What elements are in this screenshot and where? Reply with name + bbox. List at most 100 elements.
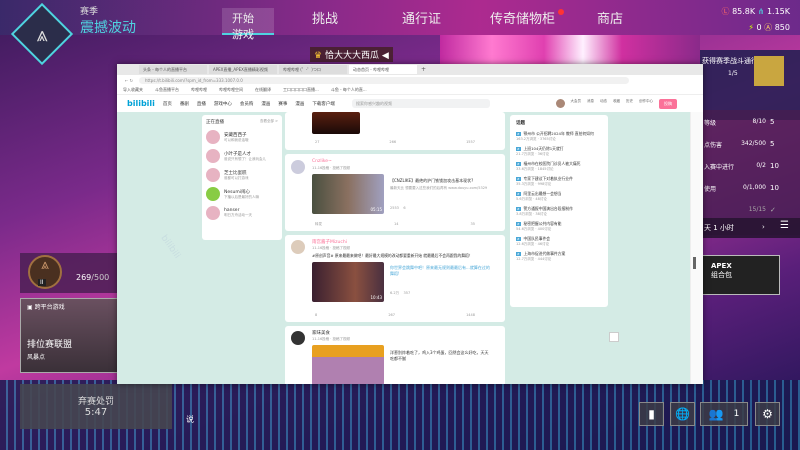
star-reward-icon: 10: [770, 184, 779, 192]
upload-button[interactable]: 投稿: [659, 99, 677, 109]
browser-tab[interactable]: APEX直播_APEX直播精彩视频: [209, 65, 277, 74]
back-icon[interactable]: ←: [125, 78, 128, 83]
scrollbar-thumb[interactable]: [693, 257, 696, 269]
creator-link[interactable]: 创作中心: [639, 99, 653, 108]
mode-select-card[interactable]: ▣ 跨平台游戏 排位赛联盟 风暴点: [20, 298, 120, 373]
live-item[interactable]: 安藏西西子 可以和我说话哦: [206, 130, 278, 144]
nav-link[interactable]: 游戏中心: [214, 101, 232, 107]
browser-tab[interactable]: 哔哩哔哩 (゜-゜)つロ: [279, 65, 347, 74]
video-title[interactable]: 【CNZLIKE】最绝的护门铁锁加攻击基本现状?: [390, 178, 500, 184]
new-tab-icon[interactable]: +: [421, 66, 426, 73]
avatar[interactable]: [555, 99, 565, 108]
avatar[interactable]: [291, 160, 305, 174]
tab-legends-locker[interactable]: 传奇储物柜: [490, 8, 555, 35]
promo-card[interactable]: APEX 组合包: [700, 255, 780, 295]
bookmark[interactable]: 哔哩哔哩空间: [219, 87, 243, 93]
notification-dot: [558, 9, 564, 15]
video-thumbnail[interactable]: 05:15: [312, 174, 384, 214]
topic-item[interactable]: 警方通报中国演出台段报制作3.8万浏览 · 38讨论: [516, 206, 602, 217]
promo-subtitle: 组合包: [711, 271, 732, 279]
party-count: 1: [733, 409, 740, 419]
favorites-link[interactable]: 收藏: [613, 99, 620, 108]
topic-item[interactable]: 中国队民事件会12.6万浏览 · 46讨论: [516, 236, 602, 247]
rank-panel[interactable]: ⩓ II 269/500: [20, 253, 120, 293]
video-title[interactable]: 洋葱别炸着吃了，鸡入3个鸡蛋，回然会这么好吃，天天吃都不腻: [390, 350, 490, 362]
topic-item[interactable]: 阿里云出最想一会想当5.6万浏览 · 48讨论: [516, 191, 602, 202]
bookmark[interactable]: 工口口口口口直播...: [283, 87, 319, 93]
video-thumbnail[interactable]: 10:43: [312, 262, 384, 302]
qr-code-icon[interactable]: [609, 332, 619, 342]
post-author[interactable]: Cnzlike~: [312, 159, 332, 164]
video-thumbnail[interactable]: [312, 345, 384, 384]
browser-tab[interactable]: 头条 - 每个人的直播平台: [139, 65, 207, 74]
tab-store[interactable]: 商店: [597, 8, 623, 35]
url-input[interactable]: https://t.bilibili.com/?spm_id_from=333.…: [139, 76, 629, 84]
share-button[interactable]: 转发: [315, 222, 322, 227]
stats-button[interactable]: ▮: [639, 402, 664, 426]
friends-icon: 👥: [708, 407, 724, 421]
social-button[interactable]: 🌐: [670, 402, 695, 426]
nav-link[interactable]: 首页: [163, 101, 172, 107]
party-button[interactable]: 👥 1: [700, 402, 748, 426]
live-item[interactable]: hanser 明日方舟活动一天: [206, 206, 278, 220]
vip-link[interactable]: 大会员: [571, 99, 582, 108]
post-author[interactable]: 家味美食: [312, 330, 330, 336]
chevron-right-icon[interactable]: ›: [762, 223, 765, 231]
video-thumbnail[interactable]: [312, 112, 360, 134]
live-item[interactable]: Nesumi闹心 下播以后是最好的人嘛: [206, 187, 278, 201]
video-title[interactable]: 你世界会跳舞中吧！原来最无规则最最后有...就算在过的舞蹈!: [390, 265, 490, 277]
challenges-panel[interactable]: 等级 8/10 5 点伤害 342/500 5 入赛中进行 0/2 10 使用 0/1,…: [700, 110, 800, 235]
menu-icon[interactable]: ☰: [780, 220, 789, 231]
nav-link[interactable]: 赛事: [278, 101, 287, 107]
bookmark[interactable]: 斗鱼直播平台: [155, 87, 179, 93]
share-count[interactable]: 27: [315, 140, 319, 144]
post-author[interactable]: 雨宫酱子Mizuchi: [312, 239, 347, 245]
share-count[interactable]: 8: [315, 313, 317, 317]
topic-item[interactable]: 上班104天仍除1天就打21.7万浏览 · 36讨论: [516, 146, 602, 157]
bookmark[interactable]: 斗鱼 - 每个人的直...: [331, 87, 367, 93]
hot-topics-panel: 话题 鄂州市 公开招聘2024年 教师 直拍何如何163.2万浏览 · 3765…: [510, 115, 608, 307]
messages-link[interactable]: 消息: [587, 99, 594, 108]
comment-count[interactable]: 266: [389, 140, 396, 144]
tab-strip: 头条 - 每个人的直播平台 APEX直播_APEX直播精彩视频 哔哩哔哩 (゜-…: [117, 64, 703, 75]
live-item[interactable]: 小叶子是人才 谁说只有想了！让我玩会儿: [206, 149, 278, 163]
topic-item[interactable]: 秘密把握公共内容有能54.6万浏览 · 400讨论: [516, 221, 602, 232]
gold: 850: [774, 23, 790, 32]
challenge-timer-bar[interactable]: 天 1 小时 › ☰: [700, 218, 800, 238]
like-count[interactable]: 1557: [466, 140, 475, 144]
nav-link[interactable]: 漫画: [295, 101, 304, 107]
topic-item[interactable]: 专家下建议下对着执业行业件35.3万浏览 · 998讨论: [516, 176, 602, 187]
settings-button[interactable]: ⚙: [755, 402, 780, 426]
avatar[interactable]: [291, 331, 305, 345]
nav-link[interactable]: 漫画: [261, 101, 270, 107]
view-all-link[interactable]: 查看全部 >: [260, 119, 278, 125]
history-link[interactable]: 历史: [626, 99, 633, 108]
nav-link[interactable]: 会员购: [240, 101, 254, 107]
dynamics-link[interactable]: 动态: [600, 99, 607, 108]
comment-count[interactable]: 267: [388, 313, 395, 317]
nav-link[interactable]: 直播: [197, 101, 206, 107]
live-item[interactable]: 芝士比蛋糕 谁都可以打游戏: [206, 168, 278, 182]
bookmark[interactable]: 在线翻译: [255, 87, 271, 93]
tab-battlepass[interactable]: 通行证: [402, 8, 441, 35]
bookmark[interactable]: 哔哩哔哩: [191, 87, 207, 93]
search-input[interactable]: 搜索你感兴趣的视频: [352, 99, 490, 108]
chat-label[interactable]: 说: [186, 414, 194, 425]
topic-item[interactable]: 上海市促进代做事件方案12.7万浏览 · 444讨论: [516, 251, 602, 262]
like-count[interactable]: 35: [471, 222, 475, 227]
tab-play[interactable]: 开始游戏: [222, 8, 274, 41]
tab-challenges[interactable]: 挑战: [312, 8, 338, 35]
avatar[interactable]: [291, 240, 305, 254]
nav-link[interactable]: 番剧: [180, 101, 189, 107]
bookmark[interactable]: 导入收藏夹: [123, 87, 143, 93]
comment-count[interactable]: 14: [394, 222, 398, 227]
refresh-icon[interactable]: ↻: [130, 78, 133, 83]
bilibili-logo[interactable]: bilibili: [127, 99, 155, 108]
browser-tab-active[interactable]: 动态首页 - 哔哩哔哩: [349, 65, 417, 74]
topic-item[interactable]: 福州市在校医院门诊员人被大痛死33.6万浏览 · 1845讨论: [516, 161, 602, 172]
download-client-link[interactable]: 下载客户端: [312, 101, 335, 107]
season-label: 赛季: [80, 7, 99, 17]
like-count[interactable]: 1448: [466, 313, 475, 317]
crafting-metals: 1.15K: [766, 7, 790, 16]
topic-item[interactable]: 鄂州市 公开招聘2024年 教师 直拍何如何163.2万浏览 · 3765讨论: [516, 131, 602, 142]
